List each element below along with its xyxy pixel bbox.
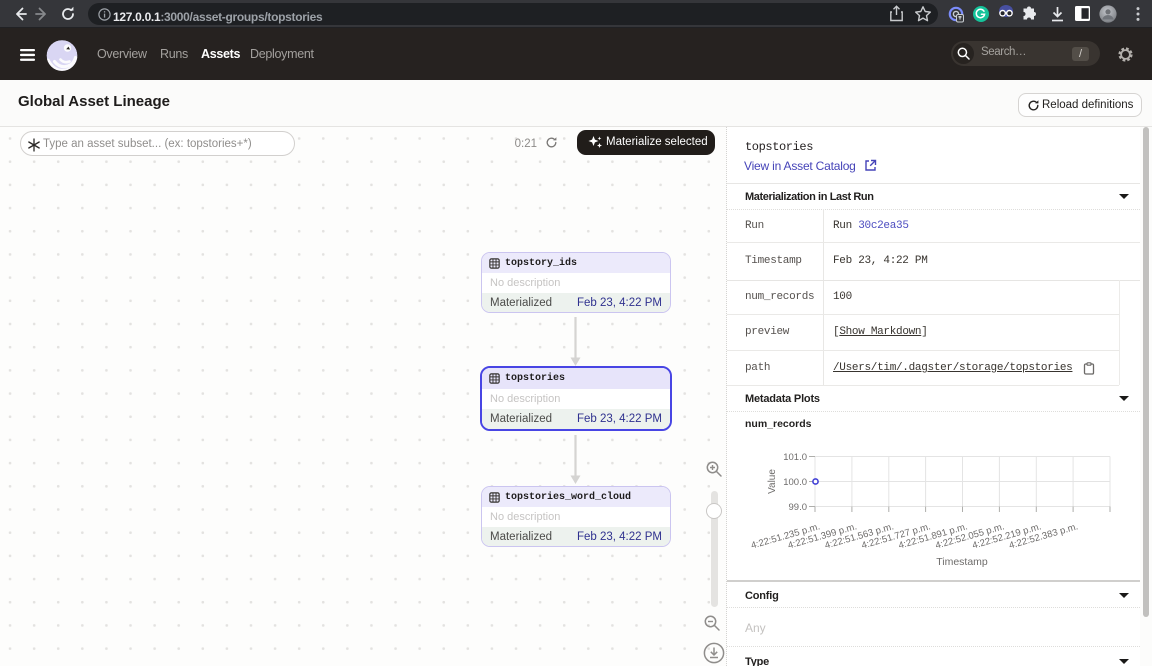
- svg-text:Timestamp: Timestamp: [936, 556, 988, 568]
- svg-text:99.0: 99.0: [789, 502, 808, 513]
- svg-text:100.0: 100.0: [783, 477, 807, 488]
- svg-text:101.0: 101.0: [783, 452, 807, 463]
- svg-text:Value: Value: [767, 469, 778, 494]
